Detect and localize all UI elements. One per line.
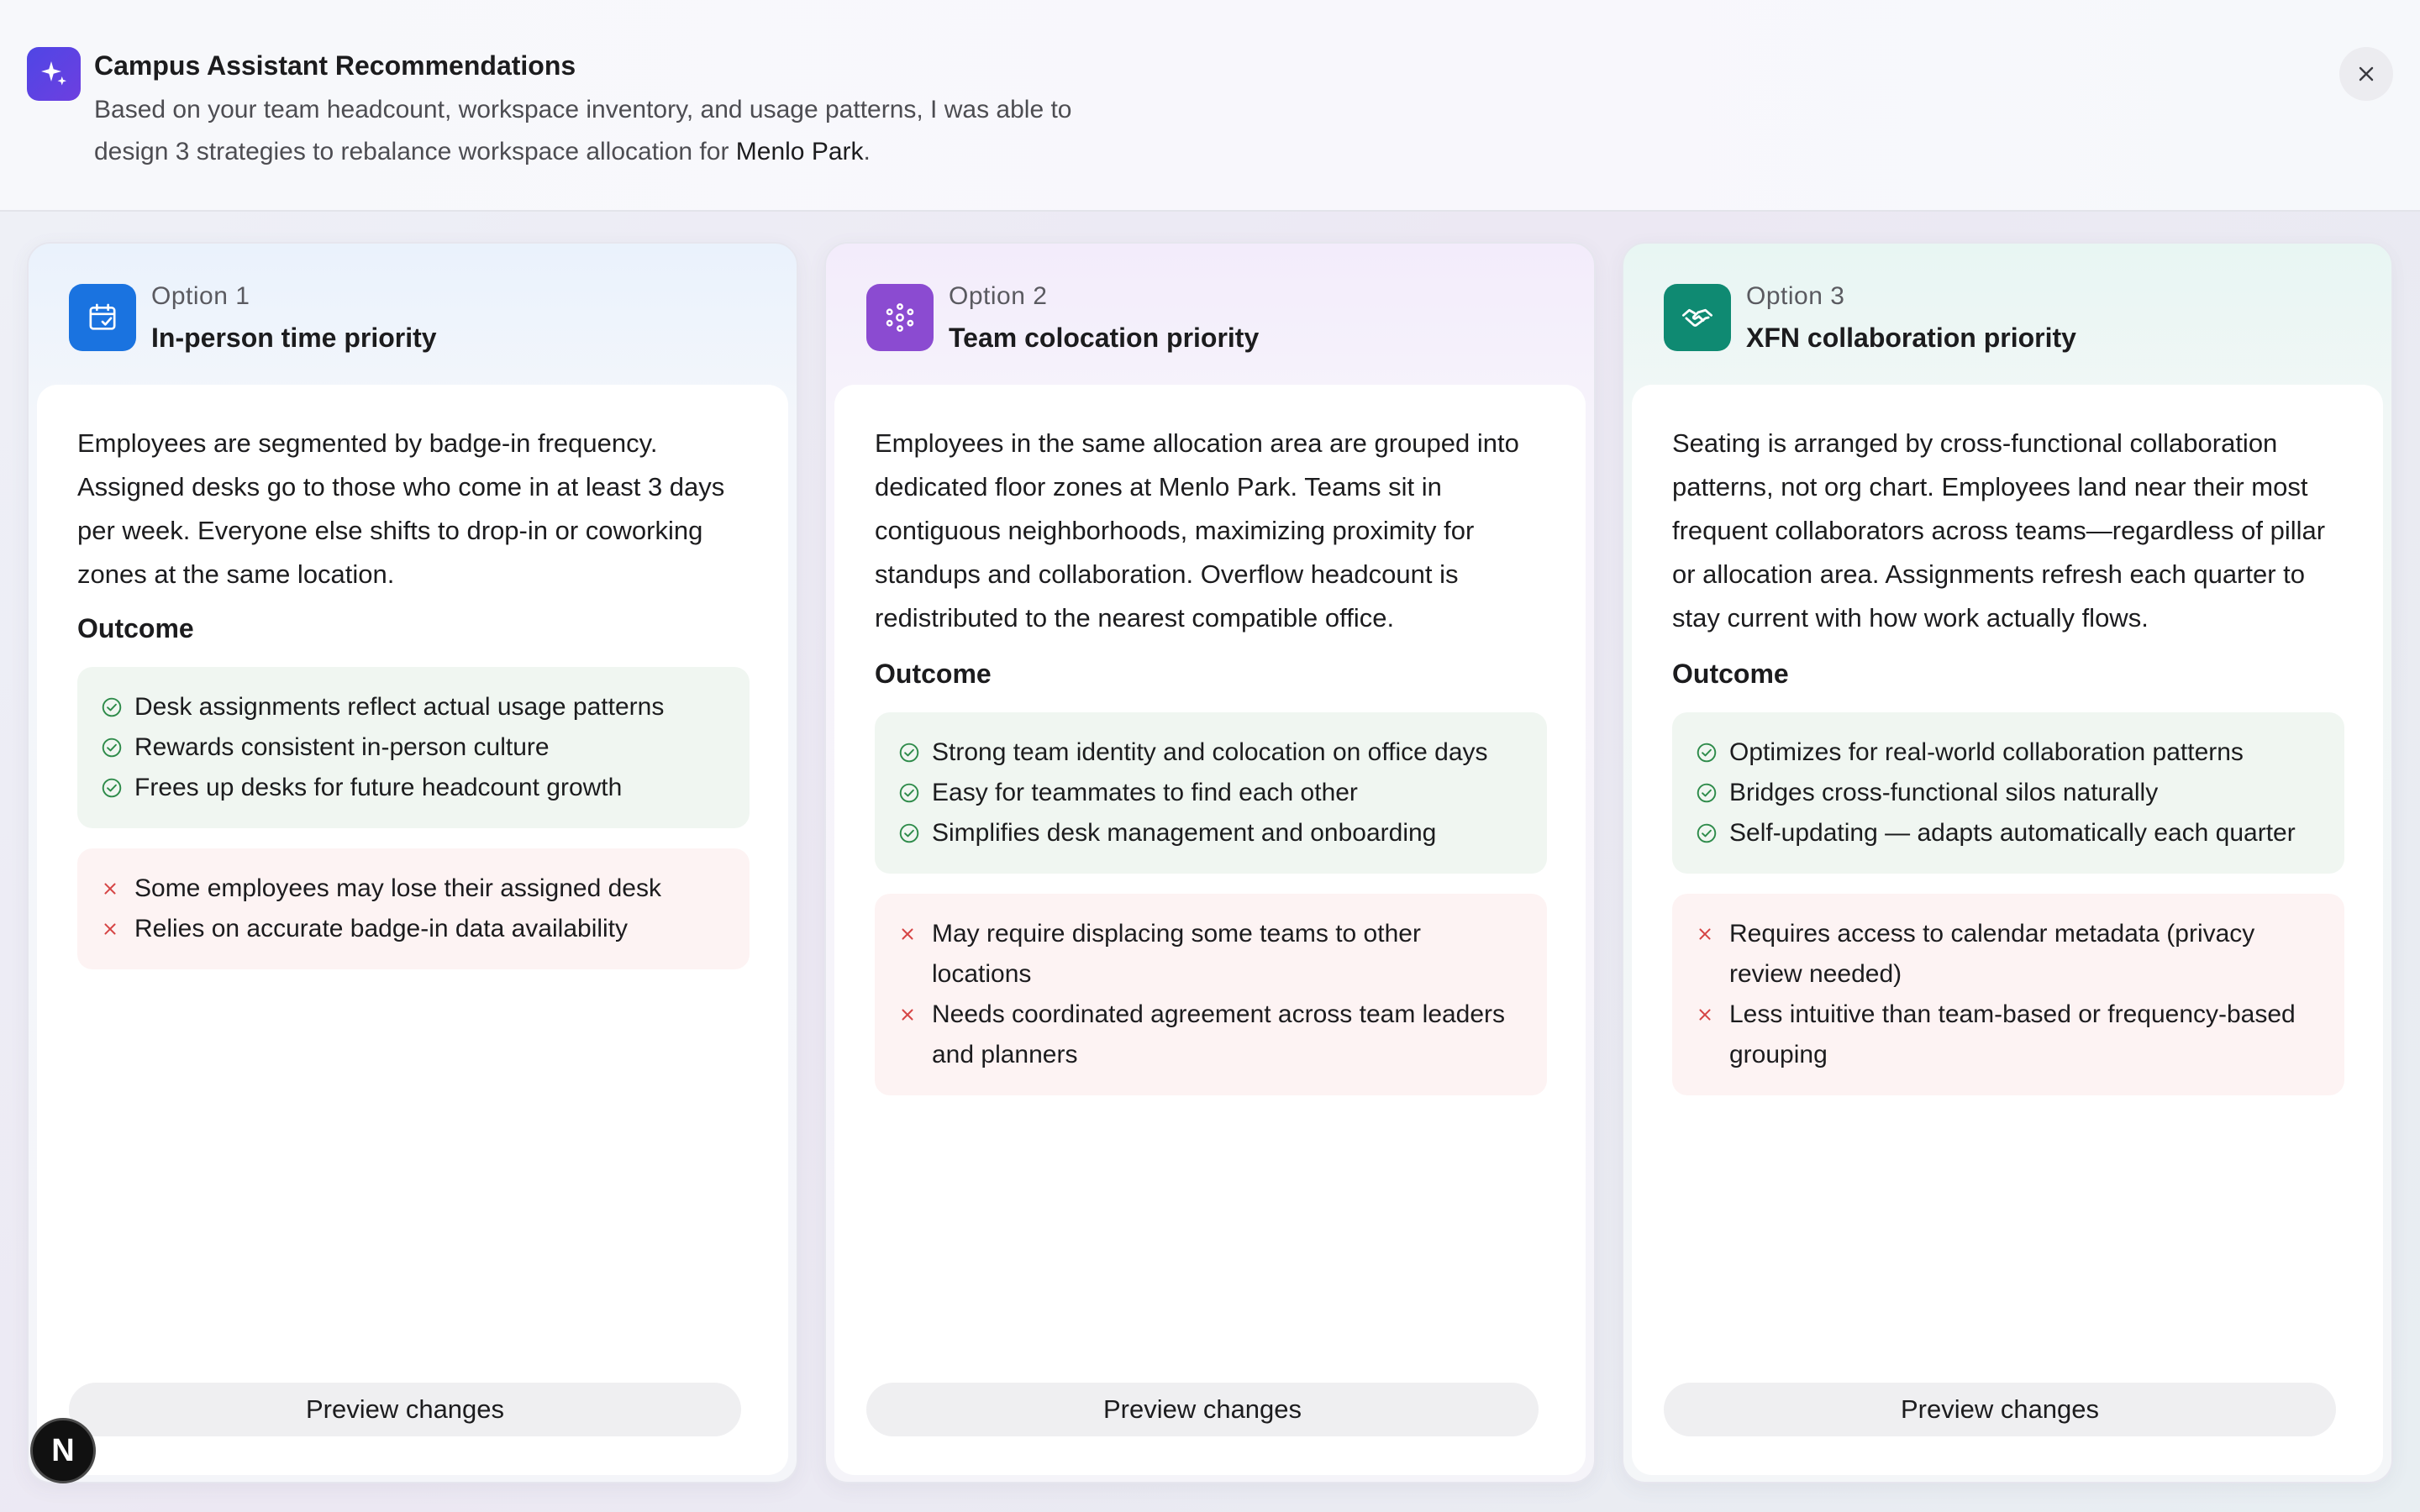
location-name: Menlo Park [735,138,864,165]
outcome-heading: Outcome [1672,659,1789,689]
option-body: Employees in the same allocation area ar… [834,385,1586,1475]
check-circle-icon [898,773,925,813]
option-description: Employees in the same allocation area ar… [875,428,1519,633]
pros-list: Desk assignments reflect actual usage pa… [77,667,750,828]
app-badge[interactable]: N [30,1418,96,1483]
pro-text: Easy for teammates to find each other [932,779,1358,806]
close-icon [2359,66,2374,81]
pro-text: Simplifies desk management and onboardin… [932,819,1437,847]
list-item: Simplifies desk management and onboardin… [898,813,1523,853]
option-description: Seating is arranged by cross-functional … [1672,428,2326,633]
x-mark-icon [101,869,128,909]
option-title: Team colocation priority [949,323,1260,353]
list-item: Bridges cross-functional silos naturally [1696,773,2321,813]
con-text: Requires access to calendar metadata (pr… [1729,920,2255,988]
pros-list: Strong team identity and colocation on o… [875,712,1547,874]
outcome-heading: Outcome [77,613,194,643]
check-circle-icon [101,687,128,727]
con-text: May require displacing some teams to oth… [932,920,1421,988]
option-card-3: Option 3 XFN collaboration priority Seat… [1622,242,2393,1483]
sparkle-icon [27,47,81,101]
option-card-2: Option 2 Team colocation priority Employ… [824,242,1596,1483]
cons-list: May require displacing some teams to oth… [875,894,1547,1095]
option-title: In-person time priority [151,323,437,353]
list-item: Optimizes for real-world collaboration p… [1696,732,2321,773]
page-title: Campus Assistant Recommendations [94,50,576,81]
list-item: Strong team identity and colocation on o… [898,732,1523,773]
recommendations-header: Campus Assistant Recommendations Based o… [0,0,2420,212]
pro-text: Frees up desks for future headcount grow… [134,774,623,801]
header-desc-suffix: . [863,138,871,165]
list-item: May require displacing some teams to oth… [898,914,1523,995]
header-description: Based on your team headcount, workspace … [94,89,1153,173]
x-mark-icon [1696,914,1723,954]
option-title: XFN collaboration priority [1746,323,2076,353]
preview-changes-button[interactable]: Preview changes [69,1383,741,1436]
check-circle-icon [1696,773,1723,813]
list-item: Some employees may lose their assigned d… [101,869,726,909]
cons-list: Some employees may lose their assigned d… [77,848,750,969]
con-text: Less intuitive than team-based or freque… [1729,1000,2296,1068]
pro-text: Rewards consistent in-person culture [134,733,550,761]
preview-changes-button[interactable]: Preview changes [1664,1383,2336,1436]
list-item: Relies on accurate badge-in data availab… [101,909,726,949]
check-circle-icon [1696,813,1723,853]
list-item: Rewards consistent in-person culture [101,727,726,768]
list-item: Needs coordinated agreement across team … [898,995,1523,1075]
option-body: Employees are segmented by badge-in freq… [37,385,788,1475]
list-item: Requires access to calendar metadata (pr… [1696,914,2321,995]
con-text: Some employees may lose their assigned d… [134,874,661,902]
preview-changes-button[interactable]: Preview changes [866,1383,1539,1436]
close-button[interactable] [2339,47,2393,101]
check-circle-icon [1696,732,1723,773]
calendar-check-icon [69,284,136,351]
con-text: Needs coordinated agreement across team … [932,1000,1506,1068]
option-body: Seating is arranged by cross-functional … [1632,385,2383,1475]
pro-text: Strong team identity and colocation on o… [932,738,1488,766]
list-item: Frees up desks for future headcount grow… [101,768,726,808]
option-description: Employees are segmented by badge-in freq… [77,428,725,589]
team-cluster-icon [866,284,934,351]
x-mark-icon [898,995,925,1035]
list-item: Self-updating — adapts automatically eac… [1696,813,2321,853]
option-label: Option 3 [1746,282,1845,310]
header-desc-line1: Based on your team headcount, workspace … [94,96,1072,123]
check-circle-icon [898,813,925,853]
x-mark-icon [101,909,128,949]
outcome-heading: Outcome [875,659,992,689]
option-card-1: Option 1 In-person time priority Employe… [27,242,798,1483]
list-item: Easy for teammates to find each other [898,773,1523,813]
pros-list: Optimizes for real-world collaboration p… [1672,712,2344,874]
x-mark-icon [1696,995,1723,1035]
con-text: Relies on accurate badge-in data availab… [134,915,629,942]
check-circle-icon [101,727,128,768]
pro-text: Desk assignments reflect actual usage pa… [134,693,665,721]
check-circle-icon [898,732,925,773]
list-item: Desk assignments reflect actual usage pa… [101,687,726,727]
x-mark-icon [898,914,925,954]
handshake-icon [1664,284,1731,351]
pro-text: Optimizes for real-world collaboration p… [1729,738,2244,766]
header-desc-line2: design 3 strategies to rebalance workspa… [94,138,736,165]
list-item: Less intuitive than team-based or freque… [1696,995,2321,1075]
option-label: Option 1 [151,282,250,310]
option-label: Option 2 [949,282,1048,310]
check-circle-icon [101,768,128,808]
cons-list: Requires access to calendar metadata (pr… [1672,894,2344,1095]
pro-text: Self-updating — adapts automatically eac… [1729,819,2296,847]
pro-text: Bridges cross-functional silos naturally [1729,779,2159,806]
